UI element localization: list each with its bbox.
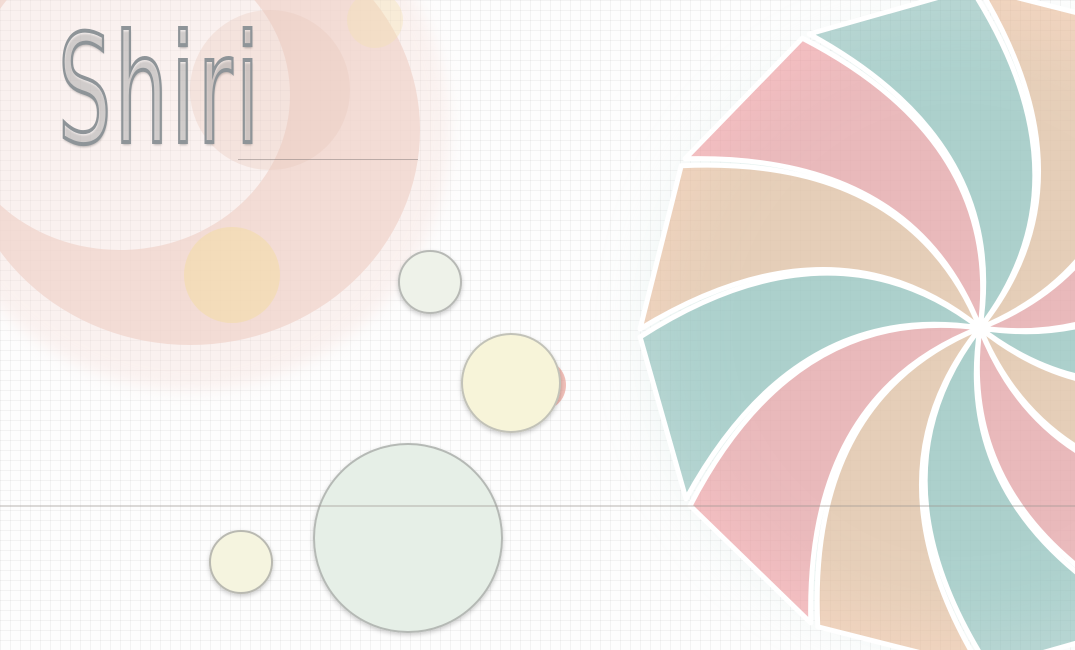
bubble-large — [313, 443, 503, 633]
bubble-small-top — [398, 250, 462, 314]
canvas: Shiri — [0, 0, 1075, 650]
guide-line-title — [238, 159, 418, 160]
swirl — [637, 0, 1075, 650]
swirl-group — [637, 0, 1075, 650]
swirl-hub — [974, 322, 986, 334]
logo-wordmark: Shiri — [57, 4, 263, 178]
ring-yellow-dot — [184, 227, 280, 323]
bubble-small-bottom — [209, 530, 273, 594]
bubble-medium — [461, 333, 561, 433]
